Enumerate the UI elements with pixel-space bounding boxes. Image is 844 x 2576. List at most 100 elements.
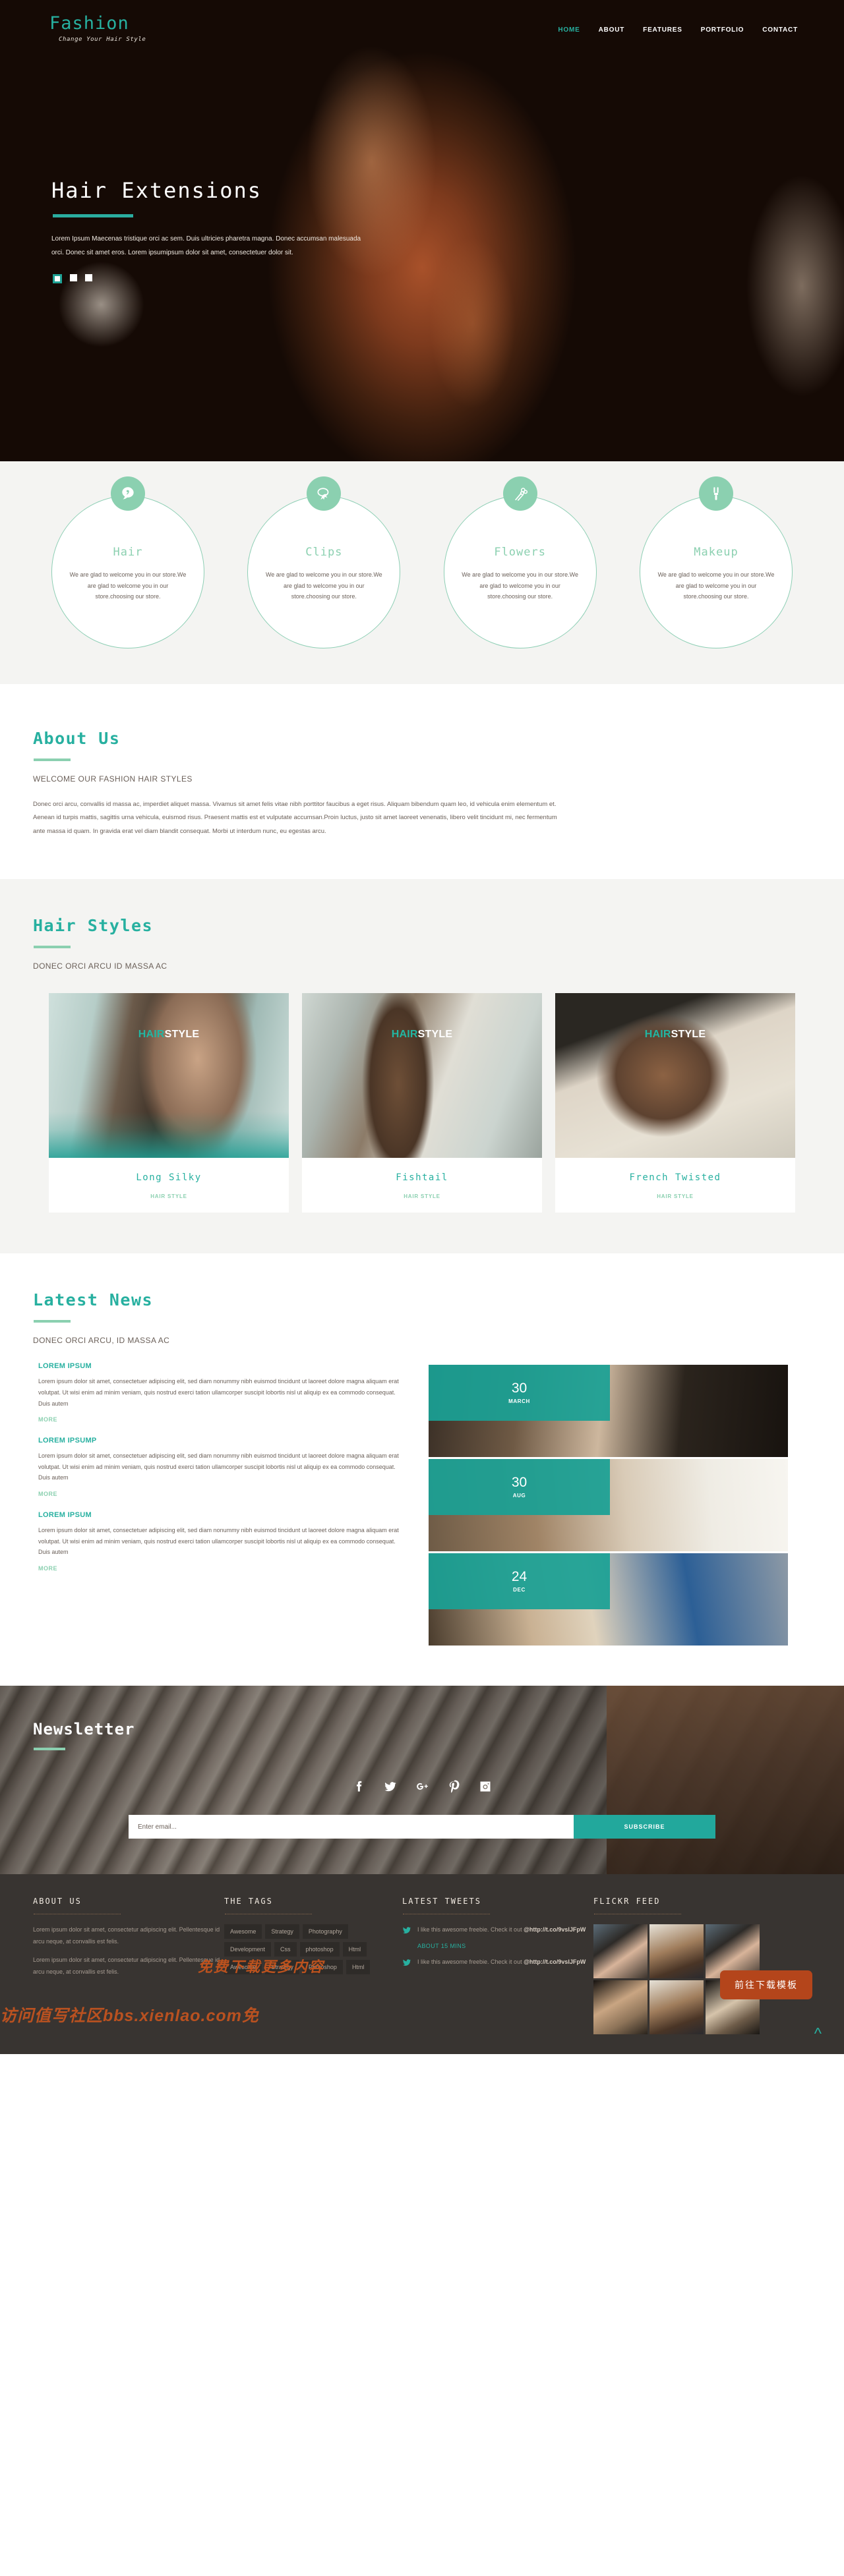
news-wrap: Latest News DONEC ORCI ARCU, ID MASSA AC… [33, 1290, 811, 1647]
services-row: Hair We are glad to welcome you in our s… [33, 476, 811, 648]
tweet-link[interactable]: @http://t.co/9vslJFpW [524, 1959, 586, 1965]
overlay-hair-text: HAIR [138, 1029, 165, 1041]
service-card-hair[interactable]: Hair We are glad to welcome you in our s… [51, 476, 204, 648]
post-more-link[interactable]: MORE [38, 1416, 57, 1423]
twitter-icon [402, 1957, 411, 1970]
newsletter-divider [34, 1748, 65, 1751]
google-plus-icon[interactable] [413, 1778, 431, 1795]
slider-dot-2[interactable] [70, 274, 77, 281]
footer-tweets-title: LATEST TWEETS [402, 1897, 481, 1906]
newsletter-form[interactable]: SUBSCRIBE [129, 1815, 715, 1839]
style-photo[interactable]: HAIRSTYLE [302, 993, 542, 1159]
style-card[interactable]: HAIRSTYLE French Twisted HAIR STYLE [555, 993, 795, 1213]
brand-tagline: Change Your Hair Style [59, 36, 146, 43]
instagram-icon[interactable] [477, 1778, 494, 1795]
social-links[interactable] [33, 1778, 811, 1795]
style-overlay-title: HAIRSTYLE [555, 1029, 795, 1041]
news-date-badge: 24 DEC [429, 1553, 610, 1610]
tweet-timestamp: ABOUT 15 MINS [417, 1943, 466, 1950]
brand[interactable]: Fashion Change Your Hair Style [49, 13, 146, 43]
tweet-text: I like this awesome freebie. Check it ou… [417, 1957, 586, 1970]
flickr-thumbnail[interactable] [649, 1924, 704, 1979]
facebook-icon[interactable] [350, 1778, 367, 1795]
news-thumbnail[interactable]: 30 MARCH [429, 1365, 788, 1458]
makeup-brush-icon [698, 476, 733, 511]
nav-item-about[interactable]: ABOUT [599, 26, 625, 34]
tag-item[interactable]: Html [346, 1960, 371, 1975]
tweet-link[interactable]: @http://t.co/9vslJFpW [524, 1926, 586, 1933]
post-body: Lorem ipsum dolor sit amet, consectetuer… [38, 1378, 399, 1407]
newsletter-section: Newsletter SUBSCRIBE [0, 1686, 844, 1875]
news-post: LOREM IPSUM Lorem ipsum dolor sit amet, … [38, 1362, 409, 1425]
news-thumbnail[interactable]: 30 AUG [429, 1459, 788, 1552]
service-card-flowers[interactable]: Flowers We are glad to welcome you in ou… [443, 476, 597, 648]
tag-item[interactable]: Development [224, 1942, 272, 1957]
news-thumbnail[interactable]: 24 DEC [429, 1553, 788, 1646]
service-text: We are glad to welcome you in our store.… [69, 571, 187, 600]
news-subtitle: DONEC ORCI ARCU, ID MASSA AC [33, 1336, 170, 1346]
nav-item-contact[interactable]: CONTACT [762, 26, 798, 34]
style-name: Long Silky [136, 1172, 202, 1184]
news-date-badge: 30 AUG [429, 1459, 610, 1516]
about-subtitle: WELCOME OUR FASHION HAIR STYLES [33, 774, 193, 784]
style-photo[interactable]: HAIRSTYLE [555, 993, 795, 1159]
services-wrap: Hair We are glad to welcome you in our s… [33, 476, 811, 648]
main-navigation[interactable]: HOME ABOUT FEATURES PORTFOLIO CONTACT [558, 26, 798, 34]
news-thumbnails: 30 MARCH 30 AUG 24 DEC [429, 1362, 788, 1647]
about-body: Donec orci arcu, convallis id massa ac, … [33, 801, 557, 835]
about-divider [34, 758, 71, 761]
news-month: AUG [512, 1493, 526, 1499]
email-input[interactable] [129, 1815, 574, 1839]
style-name: Fishtail [396, 1172, 448, 1184]
tag-item[interactable]: Awesome [224, 1924, 262, 1939]
hero-section: Fashion Change Your Hair Style HOME ABOU… [0, 0, 844, 461]
flickr-thumbnail[interactable] [593, 1980, 648, 2035]
flickr-thumbnail[interactable] [649, 1980, 704, 2035]
about-title: About Us [33, 729, 121, 748]
post-body: Lorem ipsum dolor sit amet, consectetuer… [38, 1527, 399, 1556]
post-more-link[interactable]: MORE [38, 1565, 57, 1572]
chevron-up-icon[interactable]: ^ [814, 2026, 822, 2042]
hair-clip-icon [307, 476, 342, 511]
post-title: LOREM IPSUM [38, 1511, 92, 1520]
style-footer: French Twisted HAIR STYLE [555, 1158, 795, 1213]
nav-item-portfolio[interactable]: PORTFOLIO [701, 26, 744, 34]
tag-item[interactable]: photoshop [299, 1942, 340, 1957]
download-template-button[interactable]: 前往下载模板 [720, 1970, 812, 2000]
news-post: LOREM IPSUMP Lorem ipsum dolor sit amet,… [38, 1437, 409, 1499]
tag-item[interactable]: Css [274, 1942, 297, 1957]
tag-item[interactable]: Strategy [265, 1924, 299, 1939]
nav-item-home[interactable]: HOME [558, 26, 580, 34]
style-card[interactable]: HAIRSTYLE Long Silky HAIR STYLE [49, 993, 289, 1213]
pinterest-icon[interactable] [445, 1778, 462, 1795]
twitter-icon [402, 1924, 411, 1938]
slider-dot-1[interactable] [53, 274, 62, 283]
styles-divider [34, 946, 71, 949]
news-row: LOREM IPSUM Lorem ipsum dolor sit amet, … [33, 1362, 811, 1647]
slider-dots[interactable] [53, 274, 421, 283]
hero-divider [53, 214, 133, 217]
service-title: Flowers [494, 546, 546, 559]
news-day: 24 [511, 1569, 528, 1585]
service-card-makeup[interactable]: Makeup We are glad to welcome you in our… [639, 476, 793, 648]
service-card-clips[interactable]: Clips We are glad to welcome you in our … [247, 476, 401, 648]
style-card[interactable]: HAIRSTYLE Fishtail HAIR STYLE [302, 993, 542, 1213]
slider-dot-3[interactable] [85, 274, 92, 281]
tag-item[interactable]: Html [342, 1942, 367, 1957]
footer-about-p2: Lorem ipsum dolor sit amet, consectetur … [33, 1957, 220, 1975]
service-text: We are glad to welcome you in our store.… [462, 571, 579, 600]
watermark-text-secondary: 免费下载更多内容 [198, 1959, 325, 1976]
post-more-link[interactable]: MORE [38, 1491, 57, 1497]
brand-name: Fashion [49, 13, 129, 34]
subscribe-button[interactable]: SUBSCRIBE [574, 1815, 715, 1839]
tweet-body-text: I like this awesome freebie. Check it ou… [417, 1959, 524, 1966]
about-wrap: About Us WELCOME OUR FASHION HAIR STYLES… [33, 729, 811, 838]
post-title: LOREM IPSUM [38, 1362, 92, 1371]
twitter-icon[interactable] [382, 1778, 399, 1795]
newsletter-title: Newsletter [33, 1720, 135, 1739]
style-photo[interactable]: HAIRSTYLE [49, 993, 289, 1159]
tag-item[interactable]: Photography [302, 1924, 348, 1939]
flickr-thumbnail[interactable] [593, 1924, 648, 1979]
style-name: French Twisted [629, 1172, 721, 1184]
nav-item-features[interactable]: FEATURES [643, 26, 682, 34]
